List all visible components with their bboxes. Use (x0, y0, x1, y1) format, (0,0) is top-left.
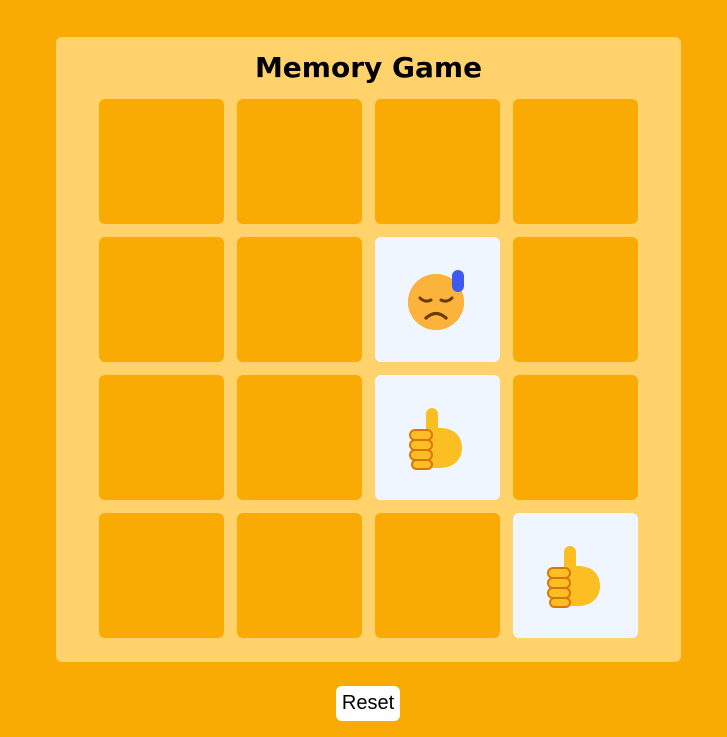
memory-card[interactable] (237, 513, 362, 638)
memory-card[interactable] (513, 99, 638, 224)
page-title: Memory Game (254, 51, 483, 84)
memory-card[interactable] (513, 237, 638, 362)
reset-button[interactable]: Reset (336, 686, 400, 721)
card-grid (99, 99, 638, 638)
memory-card[interactable] (237, 237, 362, 362)
memory-card[interactable] (375, 99, 500, 224)
memory-card[interactable] (375, 375, 500, 500)
memory-card[interactable] (375, 513, 500, 638)
memory-card[interactable] (513, 375, 638, 500)
memory-card[interactable] (99, 513, 224, 638)
memory-card[interactable] (375, 237, 500, 362)
thumbs-up-icon (544, 544, 608, 608)
game-board: Memory Game (56, 37, 681, 662)
memory-card[interactable] (513, 513, 638, 638)
memory-card[interactable] (99, 237, 224, 362)
memory-card[interactable] (237, 375, 362, 500)
anxious-face-with-sweat-icon (406, 268, 470, 332)
memory-card[interactable] (99, 375, 224, 500)
memory-card[interactable] (99, 99, 224, 224)
thumbs-up-icon (406, 406, 470, 470)
memory-card[interactable] (237, 99, 362, 224)
